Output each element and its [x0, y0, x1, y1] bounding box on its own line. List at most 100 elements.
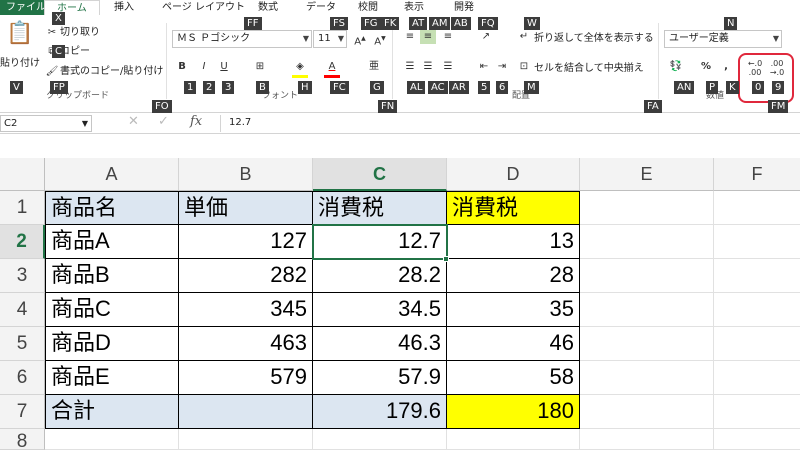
grow-font-icon[interactable]: A▲ [352, 32, 368, 47]
cell-D4[interactable]: 35 [447, 293, 580, 327]
percent-style-button[interactable]: % [698, 60, 714, 74]
column-header-F[interactable]: F [714, 158, 800, 191]
select-all-corner[interactable] [0, 158, 45, 191]
tab-view[interactable]: 表示 [404, 0, 424, 15]
underline-button[interactable]: U [216, 60, 232, 74]
cell-C5[interactable]: 46.3 [313, 327, 447, 361]
tab-insert[interactable]: 挿入 [114, 0, 134, 15]
cell-C3[interactable]: 28.2 [313, 259, 447, 293]
cell-B5[interactable]: 463 [179, 327, 313, 361]
cell-F8[interactable] [714, 429, 800, 450]
cell-E3[interactable] [580, 259, 714, 293]
cell-E2[interactable] [580, 225, 714, 259]
cell-C7[interactable]: 179.6 [313, 395, 447, 429]
number-format-combo[interactable]: ユーザー定義 ▼ [664, 30, 782, 48]
formula-input[interactable]: 12.7 [220, 115, 800, 132]
cell-E1[interactable] [580, 191, 714, 225]
row-header-7[interactable]: 7 [0, 395, 45, 429]
cell-C8[interactable] [313, 429, 447, 450]
cell-A2[interactable]: 商品A [45, 225, 179, 259]
cell-E6[interactable] [580, 361, 714, 395]
cell-B6[interactable]: 579 [179, 361, 313, 395]
align-top-icon[interactable]: ≡ [402, 30, 418, 44]
cell-D6[interactable]: 58 [447, 361, 580, 395]
format-painter-button[interactable]: 書式のコピー/貼り付け [60, 65, 163, 79]
tab-formulas[interactable]: 数式 [258, 0, 278, 15]
row-header-3[interactable]: 3 [0, 259, 45, 293]
cell-A3[interactable]: 商品B [45, 259, 179, 293]
align-center-icon[interactable]: ☰ [420, 60, 436, 74]
cell-F3[interactable] [714, 259, 800, 293]
cell-B1[interactable]: 単価 [179, 191, 313, 225]
cell-F1[interactable] [714, 191, 800, 225]
column-header-E[interactable]: E [580, 158, 714, 191]
cell-D8[interactable] [447, 429, 580, 450]
cell-D3[interactable]: 28 [447, 259, 580, 293]
row-header-5[interactable]: 5 [0, 327, 45, 361]
font-size-combo[interactable]: 11 ▼ [313, 30, 347, 48]
cancel-icon[interactable]: ✕ [128, 114, 139, 129]
row-header-1[interactable]: 1 [0, 191, 45, 225]
row-header-2[interactable]: 2 [0, 225, 45, 259]
align-middle-icon[interactable]: ≡ [420, 30, 436, 44]
align-left-icon[interactable]: ☰ [402, 60, 418, 74]
row-header-4[interactable]: 4 [0, 293, 45, 327]
insert-function-icon[interactable]: fx [190, 114, 202, 129]
cell-A7[interactable]: 合計 [45, 395, 179, 429]
format-painter-icon[interactable]: 🖌 [44, 65, 60, 79]
cell-C6[interactable]: 57.9 [313, 361, 447, 395]
tab-review[interactable]: 校閲 [358, 0, 378, 15]
fill-handle[interactable] [443, 256, 449, 262]
cell-A4[interactable]: 商品C [45, 293, 179, 327]
cell-D1[interactable]: 消費税 [447, 191, 580, 225]
cell-F2[interactable] [714, 225, 800, 259]
cell-C2[interactable]: 12.7 [313, 225, 447, 259]
cell-A6[interactable]: 商品E [45, 361, 179, 395]
cell-A5[interactable]: 商品D [45, 327, 179, 361]
orientation-icon[interactable]: ↗ [478, 30, 494, 44]
cell-C1[interactable]: 消費税 [313, 191, 447, 225]
tab-page-layout[interactable]: ページ レイアウト [162, 0, 245, 15]
font-color-button[interactable]: A [324, 60, 340, 74]
wrap-text-icon[interactable]: ↵ [516, 30, 532, 44]
wrap-text-button[interactable]: 折り返して全体を表示する [534, 32, 654, 46]
align-bottom-icon[interactable]: ≡ [440, 30, 456, 44]
cell-D5[interactable]: 46 [447, 327, 580, 361]
fill-color-icon[interactable]: ◈ [292, 60, 308, 74]
accounting-format-icon[interactable]: 💱 [668, 60, 684, 74]
cell-B7[interactable] [179, 395, 313, 429]
cell-E5[interactable] [580, 327, 714, 361]
comma-style-button[interactable]: , [718, 60, 734, 74]
cell-E4[interactable] [580, 293, 714, 327]
cell-D7[interactable]: 180 [447, 395, 580, 429]
bold-button[interactable]: B [174, 60, 190, 74]
name-box[interactable]: C2 ▼ [0, 115, 92, 132]
column-header-B[interactable]: B [179, 158, 313, 191]
italic-button[interactable]: I [196, 60, 212, 74]
cell-A8[interactable] [45, 429, 179, 450]
cell-F7[interactable] [714, 395, 800, 429]
cell-F5[interactable] [714, 327, 800, 361]
column-header-C[interactable]: C [313, 158, 447, 191]
align-right-icon[interactable]: ☰ [440, 60, 456, 74]
merge-center-button[interactable]: セルを結合して中央揃え [534, 62, 644, 76]
cell-B3[interactable]: 282 [179, 259, 313, 293]
increase-indent-icon[interactable]: ⇥ [494, 60, 510, 74]
cell-E7[interactable] [580, 395, 714, 429]
cell-A1[interactable]: 商品名 [45, 191, 179, 225]
row-header-6[interactable]: 6 [0, 361, 45, 395]
tab-data[interactable]: データ [306, 0, 336, 15]
phonetic-icon[interactable]: 亜 [366, 60, 382, 74]
cell-C4[interactable]: 34.5 [313, 293, 447, 327]
cell-D2[interactable]: 13 [447, 225, 580, 259]
tab-developer[interactable]: 開発 [454, 0, 474, 15]
decrease-indent-icon[interactable]: ⇤ [476, 60, 492, 74]
column-header-D[interactable]: D [447, 158, 580, 191]
cell-B2[interactable]: 127 [179, 225, 313, 259]
font-name-combo[interactable]: ＭＳ Ｐゴシック ▼ [172, 30, 312, 48]
cell-F4[interactable] [714, 293, 800, 327]
cell-E8[interactable] [580, 429, 714, 450]
cell-F6[interactable] [714, 361, 800, 395]
cell-B4[interactable]: 345 [179, 293, 313, 327]
column-header-A[interactable]: A [45, 158, 179, 191]
